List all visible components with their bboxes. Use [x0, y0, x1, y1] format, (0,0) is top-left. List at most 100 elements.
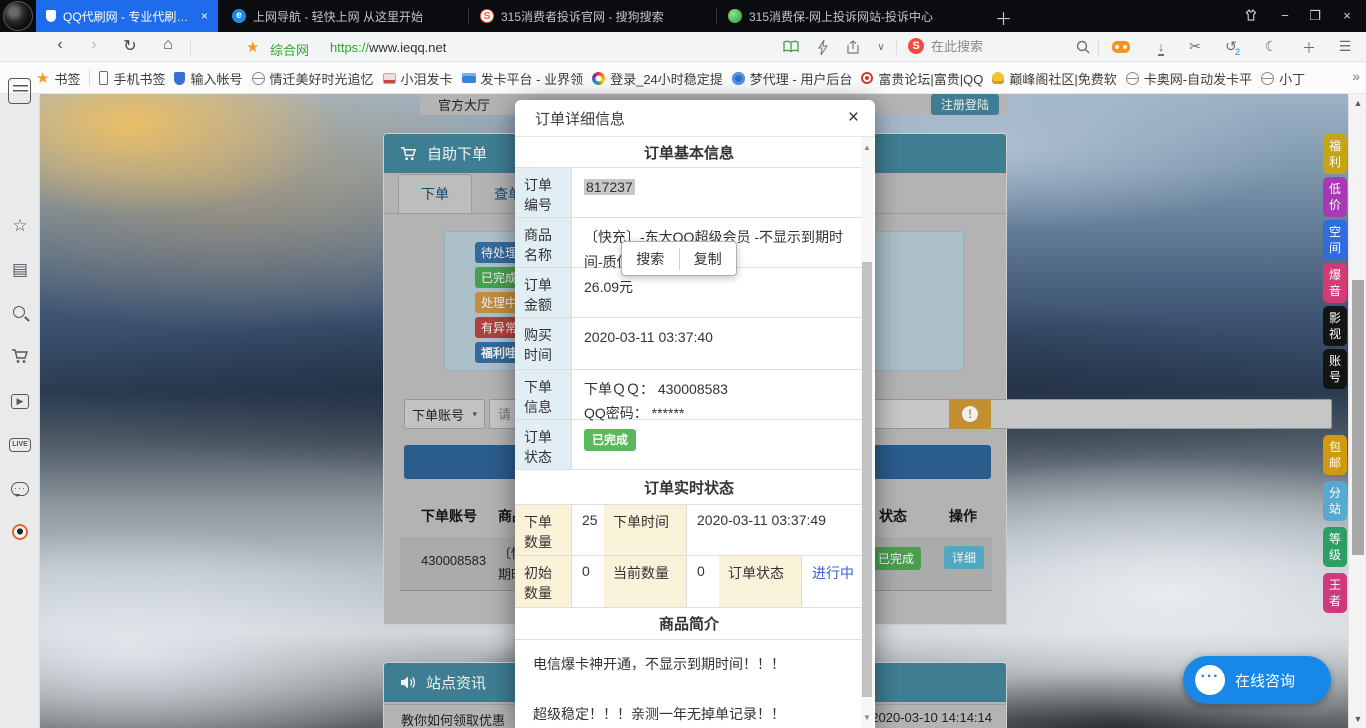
phone-icon: [99, 71, 108, 85]
favorites-star-icon[interactable]: ☆: [0, 216, 40, 236]
scroll-down-icon[interactable]: ▼: [1349, 714, 1366, 724]
back-button[interactable]: ‹: [48, 36, 72, 54]
popup-search-button[interactable]: 搜索: [622, 249, 679, 269]
float-button-yingshi[interactable]: 影视: [1323, 306, 1347, 346]
menu-icon[interactable]: ☰: [1334, 38, 1356, 55]
order-detail-button[interactable]: 详细: [944, 546, 984, 569]
tab-close-icon[interactable]: ×: [197, 9, 208, 23]
float-button-baoyin[interactable]: 爆音: [1323, 263, 1347, 303]
cart-icon: [400, 146, 417, 162]
tab-navigation[interactable]: e 上网导航 - 轻快上网 从这里开始: [222, 0, 466, 32]
exclaim-icon: !: [962, 406, 978, 422]
bookmark-item[interactable]: 巅峰阁社区|免费软: [992, 69, 1116, 88]
chat-icon[interactable]: ···: [11, 482, 29, 496]
float-button-fenzhan[interactable]: 分站: [1323, 481, 1347, 521]
modal-scrollbar-thumb[interactable]: [862, 262, 872, 697]
modal-title: 订单详细信息: [535, 108, 625, 129]
home-button[interactable]: ⌂: [156, 36, 180, 54]
football-icon[interactable]: [12, 524, 28, 540]
forward-button[interactable]: ›: [82, 36, 106, 54]
news-title[interactable]: 教你如何领取优惠: [401, 710, 505, 728]
new-tab-button[interactable]: ＋: [995, 5, 1012, 30]
tab-title: 315消费者投诉官网 - 搜狗搜索: [501, 8, 704, 25]
bookmark-item[interactable]: ★书签: [36, 69, 80, 88]
bookmark-item[interactable]: 小泪发卡: [383, 69, 453, 88]
tab-title: 上网导航 - 轻快上网 从这里开始: [253, 8, 456, 25]
screenshot-scissors-icon[interactable]: ✂: [1184, 38, 1206, 55]
refresh-button[interactable]: ↻: [118, 36, 142, 56]
restore-count-badge: 2: [1235, 47, 1240, 57]
input-warning-addon[interactable]: !: [949, 399, 991, 429]
bookmark-item[interactable]: 卡奥网-自动发卡平: [1126, 69, 1252, 88]
chevron-down-icon[interactable]: ∨: [870, 42, 892, 53]
url-field[interactable]: https://www.ieqq.net: [330, 40, 446, 55]
bookmark-item[interactable]: 登录_24小时稳定提: [592, 69, 723, 88]
video-icon[interactable]: ▶: [11, 394, 29, 409]
tab-315-sogou[interactable]: S 315消费者投诉官网 - 搜狗搜索: [470, 0, 714, 32]
search-icon[interactable]: [1072, 38, 1094, 54]
online-chat-button[interactable]: ··· 在线咨询: [1183, 656, 1331, 704]
site-label[interactable]: 综合网: [270, 40, 309, 59]
maximize-button[interactable]: ❐: [1302, 8, 1328, 24]
modal-scrollbar[interactable]: ▲ ▼: [861, 137, 873, 728]
night-mode-icon[interactable]: ☾: [1260, 38, 1282, 55]
scroll-up-icon[interactable]: ▲: [1349, 98, 1366, 108]
bookmark-item[interactable]: 情迁美好时光追忆: [252, 69, 374, 88]
share-icon[interactable]: [842, 38, 864, 54]
section-basic-info: 订单基本信息: [515, 137, 863, 168]
float-button-fuli[interactable]: 福利: [1323, 134, 1347, 174]
skin-button[interactable]: [1238, 8, 1264, 24]
user-avatar[interactable]: [3, 1, 33, 31]
game-center-icon[interactable]: [1110, 38, 1132, 56]
reading-mode-icon[interactable]: [780, 38, 802, 54]
float-button-dengji[interactable]: 等级: [1323, 527, 1347, 567]
bookmark-item[interactable]: 富贵论坛|富贵|QQ: [861, 69, 983, 88]
float-button-zhanghao[interactable]: 账号: [1323, 349, 1347, 389]
float-button-wangzhe[interactable]: 王者: [1323, 573, 1347, 613]
bookmark-item[interactable]: 梦代理 - 用户后台: [732, 69, 853, 88]
add-icon[interactable]: ＋: [1298, 38, 1320, 58]
bookmark-item[interactable]: 手机书签: [99, 69, 165, 88]
page-scrollbar[interactable]: ▲ ▼: [1348, 94, 1366, 728]
live-icon[interactable]: LIVE: [9, 438, 31, 452]
tab-place-order[interactable]: 下单: [398, 174, 472, 213]
nav-link-hall[interactable]: 官方大厅: [438, 95, 490, 114]
tab-qq-daishua[interactable]: QQ代刷网 - 专业代刷平台,自助下单 ×: [36, 0, 218, 32]
profile-card-icon[interactable]: [8, 78, 31, 104]
restore-tabs-icon[interactable]: ↺2: [1220, 38, 1242, 55]
bookmarks-overflow-button[interactable]: »: [1352, 68, 1360, 84]
tab-strip: QQ代刷网 - 专业代刷平台,自助下单 × e 上网导航 - 轻快上网 从这里开…: [0, 0, 1366, 32]
cell-value: 0: [687, 556, 719, 607]
status-badge: 已完成: [584, 429, 636, 451]
row-order-number: 订单编号 817237: [515, 168, 863, 218]
scroll-down-icon[interactable]: ▼: [861, 713, 873, 722]
search-placeholder: 在此搜索: [931, 36, 983, 55]
scroll-up-icon[interactable]: ▲: [861, 143, 873, 152]
float-button-kongjian[interactable]: 空间: [1323, 220, 1347, 260]
tab-315-xiaofeibao[interactable]: 315消费保-网上投诉网站-投诉中心: [718, 0, 962, 32]
flash-icon[interactable]: [812, 38, 834, 55]
modal-close-icon[interactable]: ×: [848, 107, 859, 129]
sogou-search-box[interactable]: S 在此搜索: [908, 36, 983, 55]
bookmark-item[interactable]: 输入帐号: [174, 69, 242, 88]
register-login-button[interactable]: 注册登陆: [931, 94, 999, 115]
float-button-dijia[interactable]: 低价: [1323, 177, 1347, 217]
bookmark-item[interactable]: 发卡平台 - 业界领: [462, 69, 584, 88]
speaker-icon: [400, 675, 416, 690]
account-type-select[interactable]: 下单账号▾: [404, 399, 485, 429]
close-button[interactable]: ×: [1334, 8, 1360, 23]
blue-favicon: [732, 72, 745, 85]
book-icon[interactable]: ▤: [0, 260, 40, 280]
cart-icon[interactable]: [0, 348, 40, 370]
bookmark-item[interactable]: 小丁: [1261, 69, 1305, 88]
popup-copy-button[interactable]: 复制: [679, 249, 736, 269]
favorite-star-icon[interactable]: ★: [246, 38, 259, 56]
download-icon[interactable]: ↓: [1150, 38, 1172, 54]
minimize-button[interactable]: −: [1272, 8, 1298, 23]
float-button-baoyou[interactable]: 包邮: [1323, 435, 1347, 475]
status-link[interactable]: 进行中: [802, 556, 854, 607]
shield-favicon: [46, 10, 56, 22]
selected-text[interactable]: 817237: [584, 179, 635, 195]
scrollbar-thumb[interactable]: [1352, 280, 1364, 555]
search-icon[interactable]: [13, 306, 25, 318]
